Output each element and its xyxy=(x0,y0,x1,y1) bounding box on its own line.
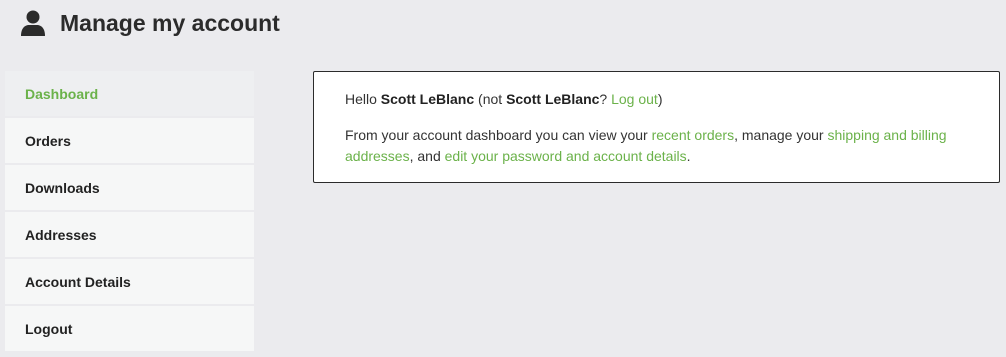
user-name: Scott LeBlanc xyxy=(380,91,475,107)
not-user-name: Scott LeBlanc xyxy=(506,91,600,107)
not-prefix: (not xyxy=(474,91,507,107)
greeting-prefix: Hello xyxy=(345,91,381,107)
recent-orders-link[interactable]: recent orders xyxy=(652,127,734,143)
not-suffix: ? xyxy=(599,91,612,107)
body-text-1: From your account dashboard you can view… xyxy=(345,127,652,143)
greeting: Hello Scott LeBlanc (not Scott LeBlanc? … xyxy=(345,89,969,110)
sidebar-item-addresses[interactable]: Addresses xyxy=(5,212,254,257)
close-paren: ) xyxy=(657,91,663,107)
sidebar-item-orders[interactable]: Orders xyxy=(5,118,254,163)
body-text-2: , manage your xyxy=(734,127,828,143)
body-text-4: . xyxy=(686,148,691,164)
logout-link[interactable]: Log out xyxy=(611,91,658,107)
page-header: Manage my account xyxy=(20,8,280,38)
account-details-link[interactable]: edit your password and account details xyxy=(445,148,687,164)
sidebar-item-downloads[interactable]: Downloads xyxy=(5,165,254,210)
body-text-3: , and xyxy=(409,148,445,164)
dashboard-panel: Hello Scott LeBlanc (not Scott LeBlanc? … xyxy=(313,71,1000,183)
user-icon xyxy=(21,10,45,36)
sidebar-item-dashboard[interactable]: Dashboard xyxy=(5,71,254,116)
page-title: Manage my account xyxy=(60,9,280,36)
sidebar-item-logout[interactable]: Logout xyxy=(5,306,254,351)
account-sidebar: Dashboard Orders Downloads Addresses Acc… xyxy=(5,71,254,353)
dashboard-description: From your account dashboard you can view… xyxy=(345,125,969,167)
sidebar-item-account-details[interactable]: Account Details xyxy=(5,259,254,304)
